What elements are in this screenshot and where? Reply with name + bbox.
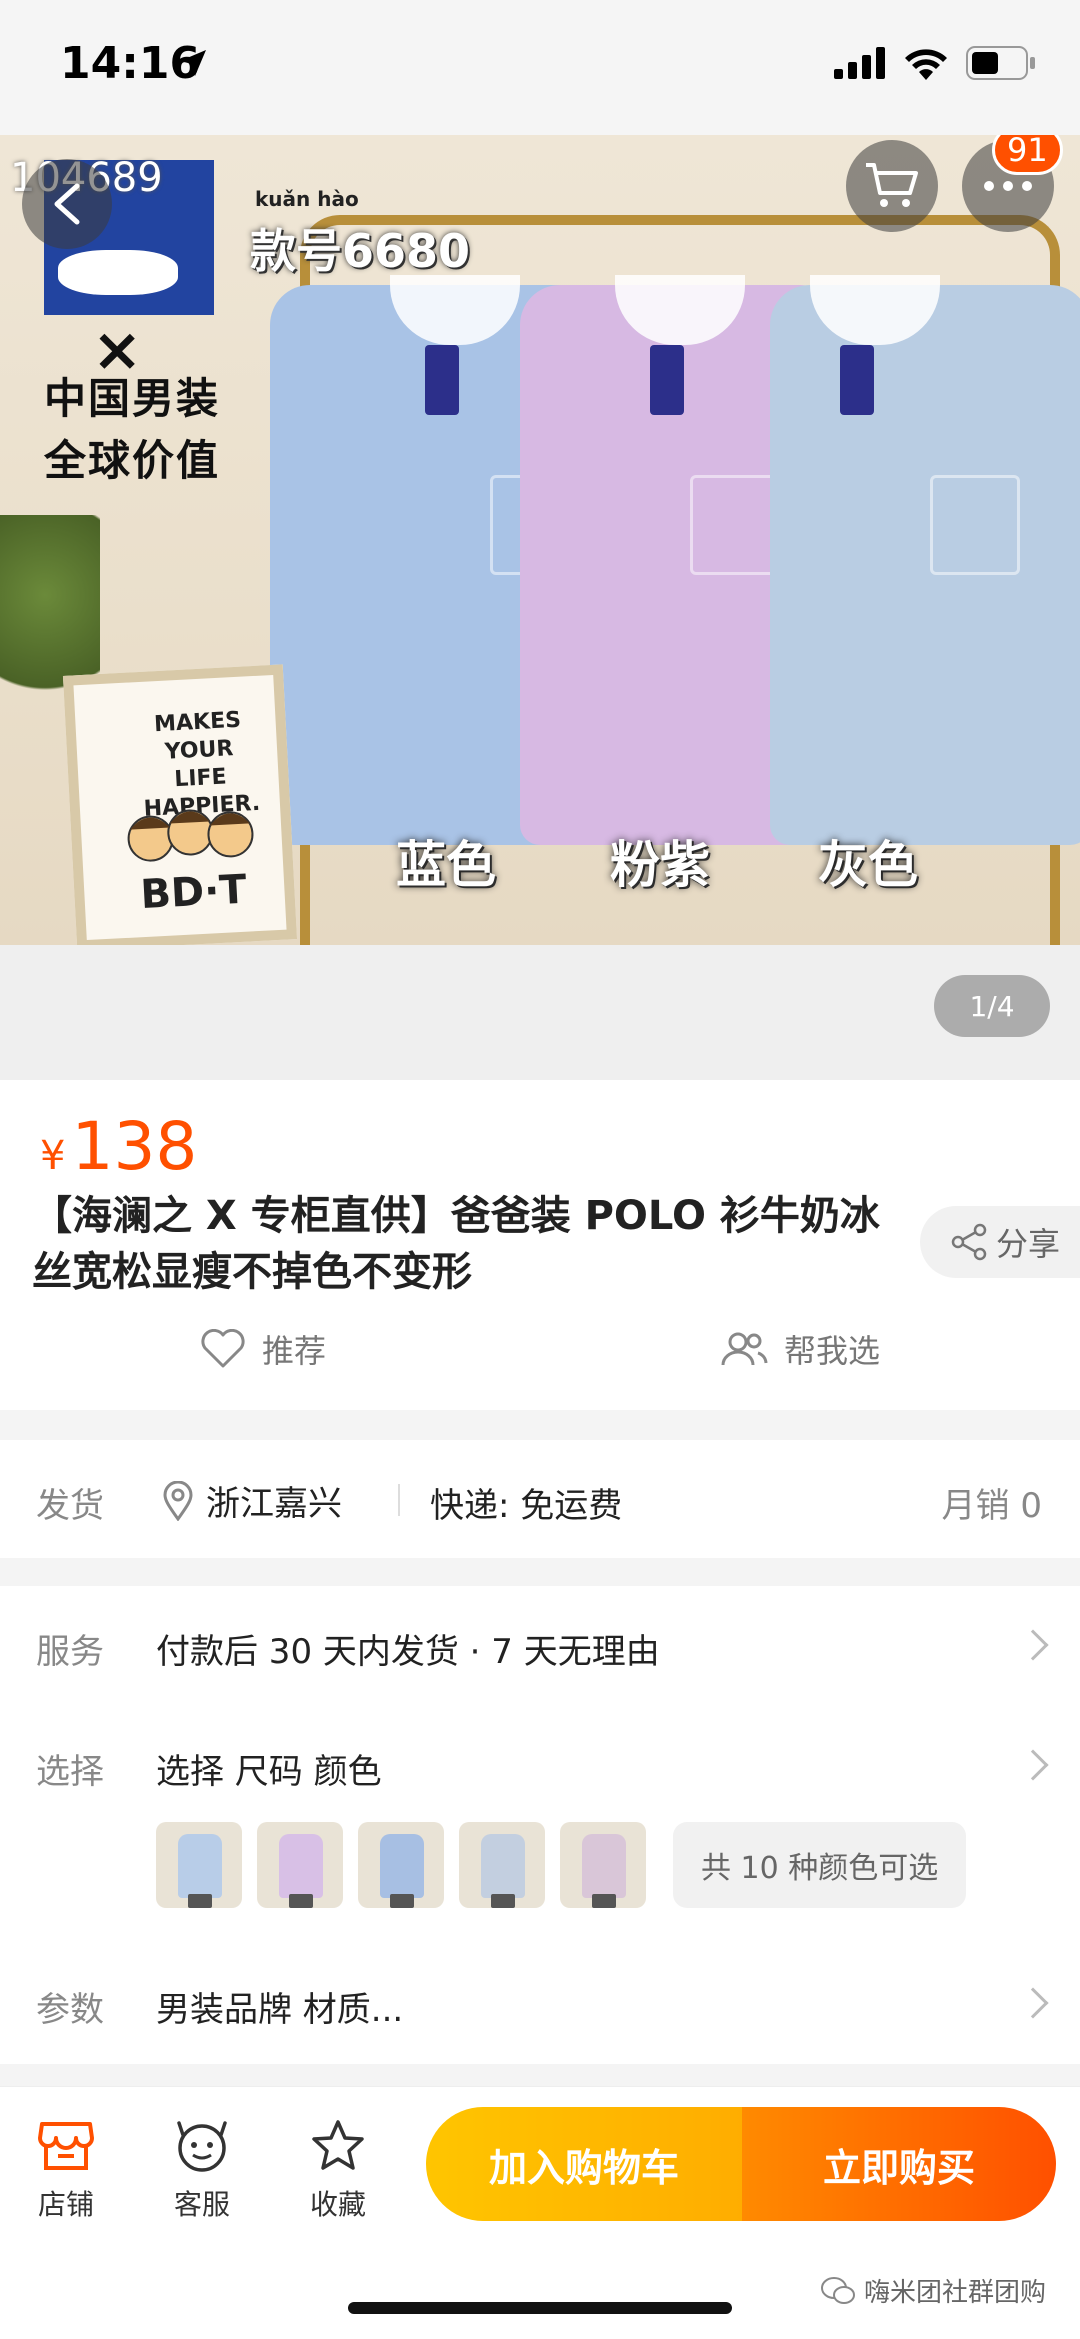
customer-service-icon	[177, 2121, 227, 2172]
recommend-button[interactable]: 推荐	[200, 1326, 326, 1372]
wifi-icon	[905, 49, 947, 80]
help-choose-label: 帮我选	[784, 1332, 881, 1370]
shop-tab[interactable]: 店铺	[6, 2115, 126, 2223]
product-image-carousel[interactable]: × 中国男装 全球价值 kuǎn hào 款号6680 蓝色 粉紫 灰色 MAK…	[0, 135, 1080, 945]
price: ¥ 138	[40, 1108, 197, 1185]
favorite-tab[interactable]: 收藏	[278, 2115, 398, 2223]
color-thumb[interactable]	[257, 1822, 343, 1908]
status-icons	[834, 46, 1036, 80]
shipping-label: 发货	[36, 1486, 104, 1526]
page-counter: 1/4	[934, 975, 1050, 1037]
chevron-right-icon	[1017, 1629, 1049, 1661]
service-row[interactable]: 服务 付款后 30 天内发货 · 7 天无理由	[0, 1586, 1080, 1696]
add-to-cart-button[interactable]: 加入购物车	[426, 2107, 742, 2221]
chevron-left-icon	[54, 183, 80, 225]
buy-now-button[interactable]: 立即购买	[742, 2107, 1056, 2221]
carousel-pager-strip: 1/4	[0, 945, 1080, 1080]
service-text: 付款后 30 天内发货 · 7 天无理由	[156, 1632, 660, 1672]
price-value: 138	[71, 1108, 198, 1185]
location-pin-icon	[163, 1480, 193, 1521]
cart-button[interactable]	[846, 140, 938, 232]
cart-icon	[866, 163, 918, 207]
customer-service-label: 客服	[173, 2188, 230, 2221]
options-section: 服务 付款后 30 天内发货 · 7 天无理由 选择 选择 尺码 颜色 共 10…	[0, 1586, 1080, 2064]
select-text: 选择 尺码 颜色	[156, 1752, 382, 1792]
star-icon	[312, 2120, 364, 2170]
color-label-grey: 灰色	[818, 836, 918, 894]
brand-sign: MAKES YOUR LIFE HAPPIER. BD·T	[62, 664, 298, 945]
customer-service-tab[interactable]: 客服	[142, 2115, 262, 2223]
share-icon	[951, 1223, 987, 1261]
color-thumb[interactable]	[560, 1822, 646, 1908]
sign-logo: BD·T	[139, 866, 248, 919]
color-thumbnails: 共 10 种颜色可选	[156, 1822, 967, 1908]
color-thumb[interactable]	[358, 1822, 444, 1908]
home-indicator[interactable]	[348, 2302, 732, 2314]
shipping-row: 发货 浙江嘉兴 快递: 免运费 月销 0	[0, 1440, 1080, 1558]
product-title: 【海澜之 X 专柜直供】爸爸装 POLO 衫牛奶冰丝宽松显瘦不掉色不变形	[32, 1193, 880, 1295]
params-label: 参数	[36, 1990, 104, 2030]
shipping-location-text: 浙江嘉兴	[206, 1484, 342, 1524]
params-text: 男装品牌 材质...	[156, 1990, 404, 2030]
share-label: 分享	[996, 1225, 1061, 1263]
chevron-right-icon	[1017, 1987, 1049, 2019]
shop-label: 店铺	[37, 2188, 94, 2221]
divider	[398, 1484, 400, 1516]
people-icon	[721, 1332, 768, 1366]
watermark-text: 嗨米团社群团购	[863, 2278, 1046, 2308]
shipping-location: 浙江嘉兴	[162, 1476, 342, 1525]
select-label: 选择	[36, 1752, 104, 1792]
model-pinyin: kuǎn hào	[255, 187, 359, 211]
signal-icon	[834, 47, 885, 79]
color-label-blue: 蓝色	[396, 836, 496, 894]
more-dots-icon	[984, 181, 1032, 191]
shop-icon	[38, 2122, 94, 2170]
heart-icon	[201, 1329, 245, 1368]
status-bar: 14:16	[0, 0, 1080, 135]
monthly-sales: 月销 0	[941, 1486, 1042, 1526]
hero-slogan-2: 全球价值	[44, 436, 221, 485]
model-number: 款号6680	[250, 224, 471, 278]
help-choose-button[interactable]: 帮我选	[720, 1326, 880, 1372]
cart-count-badge: 91	[992, 135, 1063, 175]
back-button[interactable]	[22, 159, 112, 249]
params-row[interactable]: 参数 男装品牌 材质...	[0, 1946, 1080, 2056]
color-thumb[interactable]	[156, 1822, 242, 1908]
shirt-grey	[770, 275, 1080, 845]
location-arrow-icon	[180, 50, 206, 76]
product-info: ¥ 138 【海澜之 X 专柜直供】爸爸装 POLO 衫牛奶冰丝宽松显瘦不掉色不…	[0, 1080, 1080, 1410]
chevron-right-icon	[1017, 1749, 1049, 1781]
wechat-icon	[820, 2276, 855, 2304]
favorite-label: 收藏	[309, 2188, 366, 2221]
battery-icon	[966, 46, 1035, 80]
cartoon-faces-icon	[127, 809, 254, 862]
watermark: 嗨米团社群团购	[820, 2272, 1046, 2309]
hero-slogan-1: 中国男装	[44, 374, 221, 423]
share-button[interactable]: 分享	[920, 1206, 1080, 1278]
recommend-label: 推荐	[262, 1332, 327, 1370]
service-label: 服务	[36, 1632, 104, 1672]
color-label-purple: 粉紫	[610, 836, 710, 894]
color-thumb[interactable]	[459, 1822, 545, 1908]
shipping-express: 快递: 免运费	[430, 1486, 623, 1526]
color-count[interactable]: 共 10 种颜色可选	[673, 1822, 967, 1908]
price-currency: ¥	[40, 1133, 66, 1179]
